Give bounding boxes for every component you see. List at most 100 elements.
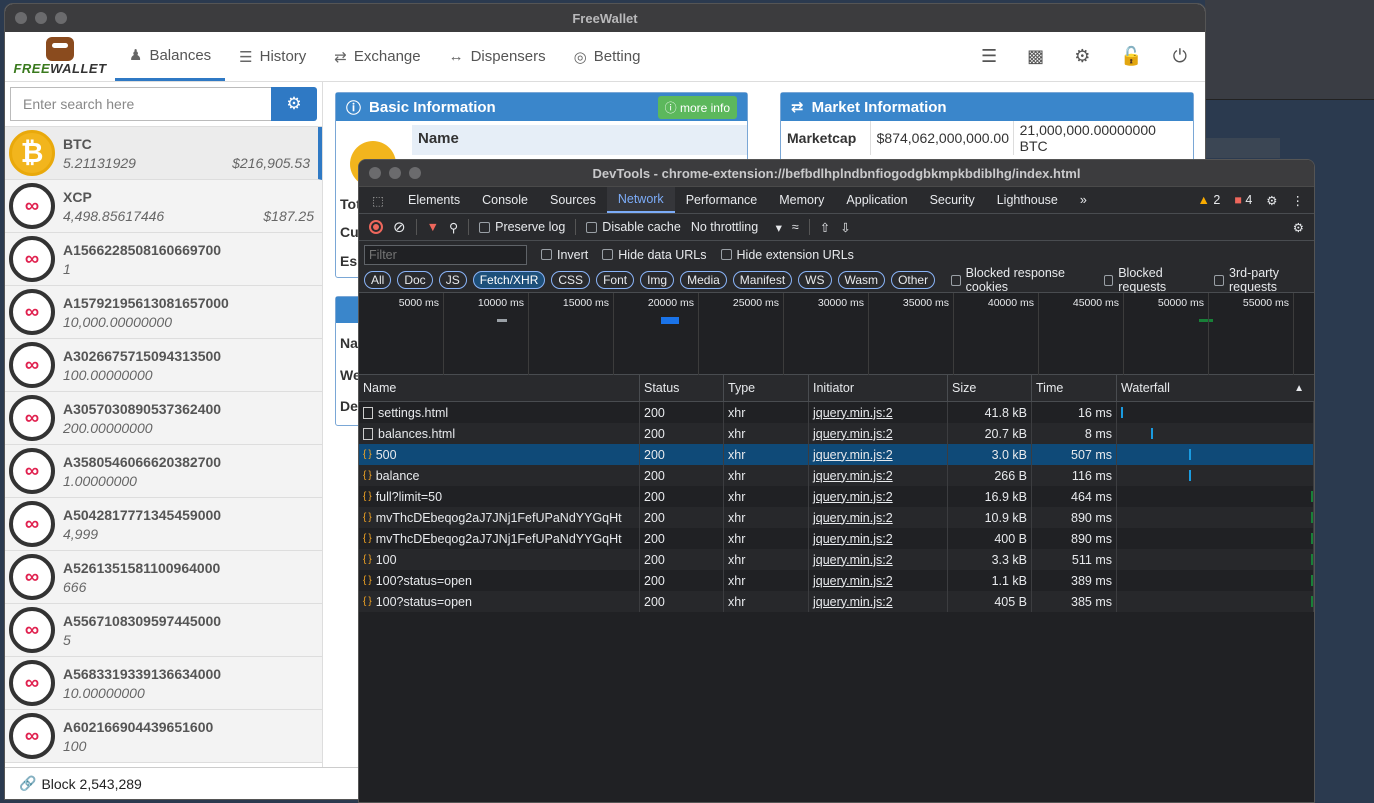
type-filter-font[interactable]: Font xyxy=(596,271,635,289)
type-filter-media[interactable]: Media xyxy=(680,271,727,289)
asset-item[interactable]: ∞ A5261351581100964000 666 xyxy=(5,551,322,604)
initiator-link[interactable]: jquery.min.js:2 xyxy=(813,427,893,441)
search-settings-button[interactable]: ⚙ xyxy=(271,87,317,121)
more-options-icon[interactable]: ⋮ xyxy=(1292,193,1305,208)
initiator-link[interactable]: jquery.min.js:2 xyxy=(813,595,893,609)
asset-item[interactable]: ∞ A1579219561308165700​0 10,000.00000000 xyxy=(5,286,322,339)
column-status[interactable]: Status xyxy=(640,375,724,401)
tab-performance[interactable]: Performance xyxy=(675,187,769,213)
throttling-select[interactable]: No throttling ▾ xyxy=(691,220,782,235)
asset-item[interactable]: ₿ BTC 5.21131929 $216,905.53 xyxy=(5,127,322,180)
asset-item[interactable]: ∞ A15662285081606697​00 1 xyxy=(5,233,322,286)
type-filter-fetchxhr[interactable]: Fetch/XHR xyxy=(472,271,546,289)
inspect-element-icon[interactable]: ⬚ xyxy=(359,187,397,213)
request-row[interactable]: balances.html 200 xhr jquery.min.js:2 20.7 k… xyxy=(359,423,1314,444)
request-row[interactable]: { } full?limit=50 200 xhr jquery.min.js:2 16.… xyxy=(359,486,1314,507)
network-settings-icon[interactable]: ⚙ xyxy=(1293,220,1304,235)
initiator-link[interactable]: jquery.min.js:2 xyxy=(813,448,893,462)
nav-betting[interactable]: ◎ Betting xyxy=(560,32,655,81)
tab-application[interactable]: Application xyxy=(835,187,918,213)
asset-item[interactable]: ∞ A3057030890537362400 200.00000000 xyxy=(5,392,322,445)
type-filter-doc[interactable]: Doc xyxy=(397,271,433,289)
initiator-link[interactable]: jquery.min.js:2 xyxy=(813,490,893,504)
hide-data-urls-checkbox[interactable]: Hide data URLs xyxy=(602,248,707,262)
import-har-icon[interactable]: ⇧ xyxy=(820,220,830,235)
asset-item[interactable]: ∞ A5683319339136634000 10.00000000 xyxy=(5,657,322,710)
asset-item[interactable]: ∞ A302667571509431350​0 100.00000000 xyxy=(5,339,322,392)
initiator-link[interactable]: jquery.min.js:2 xyxy=(813,469,893,483)
export-har-icon[interactable]: ⇩ xyxy=(840,220,850,235)
menu-list-icon[interactable]: ☰ xyxy=(981,46,997,67)
network-conditions-icon[interactable]: ≈ xyxy=(792,220,799,234)
preserve-log-checkbox[interactable]: Preserve log xyxy=(479,220,565,234)
initiator-link[interactable]: jquery.min.js:2 xyxy=(813,406,893,420)
search-input[interactable] xyxy=(10,87,271,121)
column-time[interactable]: Time xyxy=(1032,375,1117,401)
request-row[interactable]: { } balance 200 xhr jquery.min.js:2 266 B 116 … xyxy=(359,465,1314,486)
type-filter-other[interactable]: Other xyxy=(891,271,936,289)
settings-gears-icon[interactable]: ⚙ xyxy=(1074,46,1090,67)
tab-console[interactable]: Console xyxy=(471,187,539,213)
asset-item[interactable]: ∞ A5042817771345459000 4,999 xyxy=(5,498,322,551)
type-filter-wasm[interactable]: Wasm xyxy=(837,271,886,289)
blocked-cookies-checkbox[interactable]: Blocked response cookies xyxy=(951,266,1088,294)
request-row[interactable]: { } 100 200 xhr jquery.min.js:2 3.3 kB 511 ms xyxy=(359,549,1314,570)
column-type[interactable]: Type xyxy=(724,375,809,401)
settings-icon[interactable]: ⚙ xyxy=(1266,193,1277,208)
asset-item[interactable]: ∞ XCP 4,498.85617446 $187.25 xyxy=(5,180,322,233)
initiator-link[interactable]: jquery.min.js:2 xyxy=(813,511,893,525)
more-tabs-icon[interactable]: » xyxy=(1069,187,1098,213)
hide-extension-urls-checkbox[interactable]: Hide extension URLs xyxy=(720,248,854,262)
tab-network[interactable]: Network xyxy=(606,187,675,213)
network-overview-timeline[interactable]: 5000 ms 10000 ms 15000 ms 20000 ms 25000 ms 3… xyxy=(359,293,1314,375)
tab-elements[interactable]: Elements xyxy=(397,187,471,213)
column-waterfall[interactable]: Waterfall ▲ xyxy=(1117,375,1314,401)
tab-memory[interactable]: Memory xyxy=(768,187,835,213)
tab-sources[interactable]: Sources xyxy=(539,187,607,213)
type-filter-css[interactable]: CSS xyxy=(551,271,591,289)
request-row[interactable]: { } 500 200 xhr jquery.min.js:2 3.0 kB 507 ms xyxy=(359,444,1314,465)
request-row[interactable]: { } mvThcDEbeqog2aJ7JNj1FefUPaNdYYGqHt 200… xyxy=(359,507,1314,528)
qr-code-icon[interactable]: ▩ xyxy=(1027,46,1044,67)
more-info-button[interactable]: ⓘ more info xyxy=(657,95,737,119)
initiator-link[interactable]: jquery.min.js:2 xyxy=(813,574,893,588)
unlock-icon[interactable]: 🔓 xyxy=(1120,46,1142,67)
column-name[interactable]: Name xyxy=(359,375,640,401)
type-filter-manifest[interactable]: Manifest xyxy=(732,271,793,289)
power-icon[interactable]: ⏻ xyxy=(1173,46,1187,67)
asset-item[interactable]: ∞ A3580546066620382700 1.00000000 xyxy=(5,445,322,498)
record-stop-icon[interactable] xyxy=(369,220,383,234)
nav-exchange[interactable]: ⇄ Exchange xyxy=(320,32,434,81)
request-row[interactable]: { } mvThcDEbeqog2aJ7JNj1FefUPaNdYYGqHt 200… xyxy=(359,528,1314,549)
blocked-requests-checkbox[interactable]: Blocked requests xyxy=(1103,266,1199,294)
asset-item[interactable]: ∞ A5567108309597445000 5 xyxy=(5,604,322,657)
asset-item[interactable]: ∞ A602166904439651600 100 xyxy=(5,710,322,763)
request-row[interactable]: settings.html 200 xhr jquery.min.js:2 41.8 k… xyxy=(359,402,1314,423)
tab-security[interactable]: Security xyxy=(919,187,986,213)
nav-history[interactable]: ☰ History xyxy=(225,32,320,81)
third-party-checkbox[interactable]: 3rd-party requests xyxy=(1214,266,1314,294)
errors-count[interactable]: ■ 4 xyxy=(1234,193,1252,207)
column-initiator[interactable]: Initiator xyxy=(809,375,948,401)
column-size[interactable]: Size xyxy=(948,375,1032,401)
tab-lighthouse[interactable]: Lighthouse xyxy=(986,187,1069,213)
marketcap-value: $874,062,000,000.00 xyxy=(871,121,1014,155)
type-filter-img[interactable]: Img xyxy=(640,271,675,289)
filter-input[interactable] xyxy=(364,244,527,265)
initiator-link[interactable]: jquery.min.js:2 xyxy=(813,532,893,546)
filter-icon[interactable]: ▼ xyxy=(427,220,439,234)
type-filter-ws[interactable]: WS xyxy=(798,271,832,289)
nav-balances[interactable]: ♟ Balances xyxy=(115,32,226,81)
invert-checkbox[interactable]: Invert xyxy=(541,248,588,262)
clear-icon[interactable]: ⊘ xyxy=(393,218,406,236)
freewallet-logo[interactable]: FREEWALLET xyxy=(5,32,115,81)
search-icon[interactable]: ⚲ xyxy=(449,220,458,235)
warnings-count[interactable]: ▲ 2 xyxy=(1197,193,1220,207)
request-row[interactable]: { } 100?status=open 200 xhr jquery.min.js:2 4… xyxy=(359,591,1314,612)
request-row[interactable]: { } 100?status=open 200 xhr jquery.min.js:2 1… xyxy=(359,570,1314,591)
type-filter-all[interactable]: All xyxy=(364,271,392,289)
type-filter-js[interactable]: JS xyxy=(438,271,467,289)
nav-dispensers[interactable]: ↔ Dispensers xyxy=(435,32,560,81)
initiator-link[interactable]: jquery.min.js:2 xyxy=(813,553,893,567)
disable-cache-checkbox[interactable]: Disable cache xyxy=(586,220,681,234)
